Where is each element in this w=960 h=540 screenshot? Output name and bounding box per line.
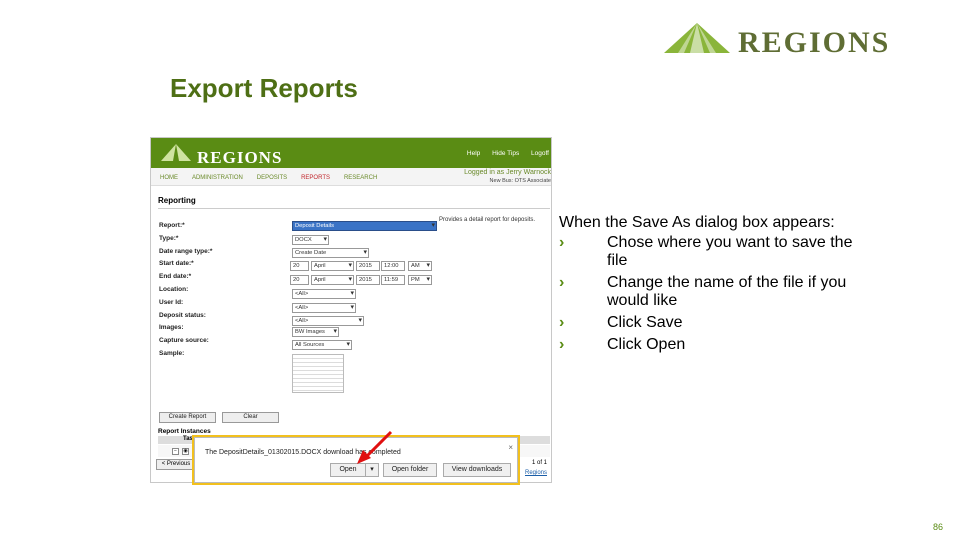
label-images: Images: — [159, 324, 184, 332]
label-start-date: Start date:* — [159, 260, 194, 268]
delete-icon[interactable]: − — [172, 448, 179, 455]
regions-wordmark: Regions — [738, 26, 891, 59]
app-brand: Regions — [197, 148, 283, 167]
list-item: › Change the name of the file if you woul… — [559, 274, 859, 310]
top-links: Help Hide Tips Logoff — [457, 150, 549, 157]
page-title: Export Reports — [170, 73, 358, 103]
user-role: New Bus: OTS Associate — [489, 178, 551, 184]
section-title: Reporting — [158, 196, 196, 205]
list-item: › Click Save — [559, 314, 859, 332]
type-select[interactable]: DOCX — [292, 235, 329, 245]
instructions-list: › Chose where you want to save the file ›… — [559, 234, 859, 354]
date-range-type-select[interactable]: Create Date — [292, 248, 369, 258]
label-capture-source: Capture source: — [159, 337, 209, 345]
label-deposit-status: Deposit status: — [159, 311, 206, 319]
location-select[interactable]: <All> — [292, 289, 356, 299]
tab-home[interactable]: HOME — [160, 175, 178, 181]
report-instances-title: Report Instances — [158, 428, 211, 435]
label-type: Type:* — [159, 234, 179, 242]
tab-reports[interactable]: REPORTS — [301, 175, 330, 181]
end-year-input[interactable]: 2015 — [356, 275, 380, 285]
instructions-intro: When the Save As dialog box appears: — [559, 214, 835, 231]
user-id-select[interactable]: <All> — [292, 303, 356, 313]
step-text: Chose where you want to save the file — [607, 234, 853, 269]
view-icon[interactable]: ◉ — [182, 448, 189, 455]
end-month-select[interactable]: April — [311, 275, 354, 285]
reporting-screenshot: Regions Help Hide Tips Logoff HOME ADMIN… — [150, 137, 552, 483]
report-hint: Provides a detail report for deposits. — [439, 217, 536, 223]
images-select[interactable]: BW Images — [292, 327, 339, 337]
label-user-id: User Id: — [159, 298, 184, 306]
list-item: › Click Open — [559, 336, 859, 354]
start-ampm-select[interactable]: AM — [408, 261, 432, 271]
deposit-status-select[interactable]: <All> — [292, 316, 364, 326]
previous-button[interactable]: < Previous — [156, 459, 196, 470]
regions-pyramid-icon — [664, 23, 730, 53]
start-day-input[interactable]: 20 — [290, 261, 309, 271]
app-header: Regions Help Hide Tips Logoff — [151, 138, 551, 168]
list-item: › Chose where you want to save the file — [559, 234, 859, 270]
label-report: Report:* — [159, 222, 185, 229]
page-info: 1 of 1 — [531, 460, 547, 466]
form-labels: Report:* Type:* Date range type:* Start … — [159, 222, 212, 363]
tab-research[interactable]: RESEARCH — [344, 175, 377, 181]
label-sample: Sample: — [159, 349, 185, 357]
logged-in-user: Logged in as Jerry Warnock — [464, 169, 551, 176]
chevron-right-icon: › — [559, 274, 565, 291]
report-select[interactable]: Deposit Details — [292, 221, 437, 231]
capture-source-select[interactable]: All Sources — [292, 340, 352, 350]
end-day-input[interactable]: 20 — [290, 275, 309, 285]
logged-in-info: Logged in as Jerry Warnock New Bus: OTS … — [464, 169, 551, 185]
view-downloads-button[interactable]: View downloads — [443, 463, 511, 477]
step-text: Click Save — [607, 314, 683, 331]
instructions: When the Save As dialog box appears: › Ch… — [559, 214, 859, 358]
regions-link[interactable]: Regions — [525, 470, 547, 476]
logoff-link[interactable]: Logoff — [531, 150, 549, 157]
label-end-date: End date:* — [159, 273, 192, 281]
tab-deposits[interactable]: DEPOSITS — [257, 175, 287, 181]
page-number: 86 — [933, 522, 944, 532]
regions-pyramid-icon — [161, 144, 191, 161]
label-location: Location: — [159, 285, 189, 293]
divider — [158, 208, 550, 209]
red-arrow-icon — [357, 430, 393, 464]
step-text: Click Open — [607, 336, 686, 353]
start-time-input[interactable]: 12:00 — [381, 261, 405, 271]
regions-logo: Regions — [664, 18, 920, 60]
sample-report-thumbnail — [292, 354, 344, 393]
label-date-range-type: Date range type:* — [159, 247, 213, 255]
chevron-right-icon: › — [559, 336, 565, 353]
close-icon[interactable]: × — [508, 443, 513, 452]
app-logo: Regions — [161, 142, 281, 167]
start-month-select[interactable]: April — [311, 261, 354, 271]
step-text: Change the name of the file if you would… — [607, 274, 847, 309]
hide-tips-link[interactable]: Hide Tips — [492, 150, 519, 157]
create-report-button[interactable]: Create Report — [159, 412, 216, 423]
end-ampm-select[interactable]: PM — [408, 275, 432, 285]
end-time-input[interactable]: 11:59 — [381, 275, 405, 285]
help-link[interactable]: Help — [467, 150, 480, 157]
chevron-right-icon: › — [559, 314, 565, 331]
tab-administration[interactable]: ADMINISTRATION — [192, 175, 243, 181]
nav-bar: HOME ADMINISTRATION DEPOSITS REPORTS RES… — [151, 168, 551, 186]
start-year-input[interactable]: 2015 — [356, 261, 380, 271]
chevron-right-icon: › — [559, 234, 565, 251]
clear-button[interactable]: Clear — [222, 412, 279, 423]
